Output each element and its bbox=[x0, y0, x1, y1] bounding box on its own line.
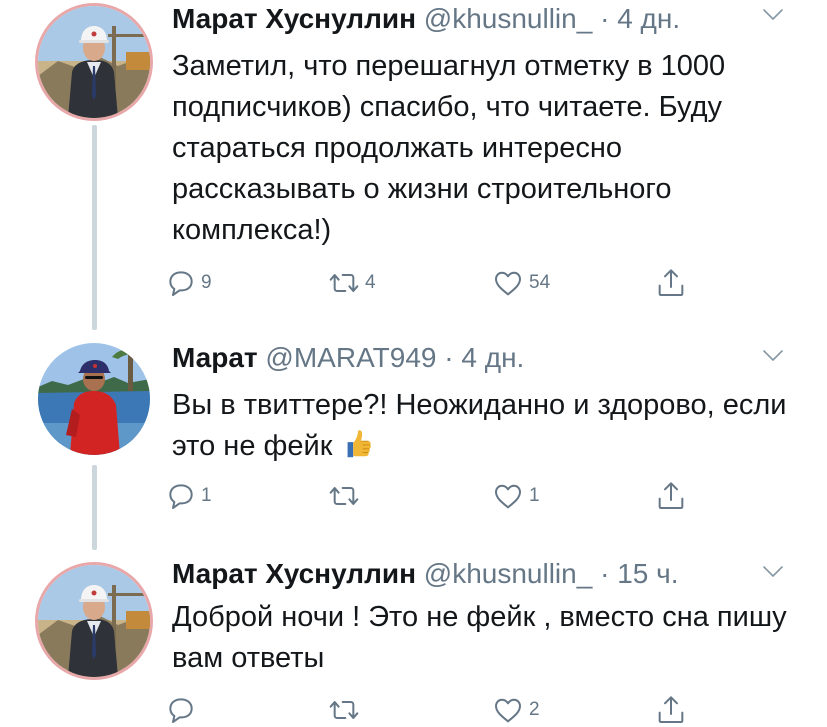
tweet-text-body: Вы в твиттере?! Неожиданно и здорово, ес… bbox=[172, 389, 787, 462]
reply-count: 1 bbox=[201, 485, 212, 506]
reply-button[interactable] bbox=[165, 693, 201, 727]
retweet-button[interactable]: 4 bbox=[327, 266, 376, 300]
tweet-header: Марат @MARAT949 · 4 дн. bbox=[172, 341, 524, 375]
avatar-image-icon bbox=[38, 343, 150, 455]
share-icon bbox=[655, 694, 687, 726]
retweet-icon bbox=[327, 694, 361, 726]
like-button[interactable]: 2 bbox=[491, 693, 540, 727]
author-name[interactable]: Марат bbox=[172, 342, 258, 373]
tweet-3[interactable]: Марат Хуснуллин @khusnullin_ · 15 ч. Доб… bbox=[0, 545, 827, 727]
tweet-text: Заметил, что перешагнул отметку в 1000 п… bbox=[172, 50, 726, 246]
separator-dot: · bbox=[444, 342, 454, 373]
share-icon bbox=[655, 480, 687, 512]
chevron-down-icon[interactable] bbox=[762, 565, 784, 579]
timestamp[interactable]: 4 дн. bbox=[617, 3, 680, 34]
like-button[interactable]: 1 bbox=[491, 479, 540, 513]
tweet-1[interactable]: Марат Хуснуллин @khusnullin_ · 4 дн. Зам… bbox=[0, 0, 827, 330]
reply-button[interactable]: 9 bbox=[165, 266, 212, 300]
separator-dot: · bbox=[600, 558, 610, 589]
action-bar: 9 4 54 bbox=[165, 266, 705, 300]
reply-count: 9 bbox=[201, 272, 212, 293]
heart-icon bbox=[491, 694, 525, 726]
author-handle[interactable]: @khusnullin_ bbox=[424, 3, 593, 34]
retweet-button[interactable] bbox=[327, 693, 365, 727]
avatar[interactable] bbox=[38, 565, 150, 677]
share-button[interactable] bbox=[655, 479, 687, 513]
retweet-icon bbox=[327, 267, 361, 299]
like-count: 1 bbox=[529, 485, 540, 506]
author-handle[interactable]: @MARAT949 bbox=[265, 342, 436, 373]
chevron-down-icon[interactable] bbox=[762, 349, 784, 363]
author-name[interactable]: Марат Хуснуллин bbox=[172, 558, 416, 589]
share-button[interactable] bbox=[655, 693, 687, 727]
heart-icon bbox=[491, 267, 525, 299]
timestamp[interactable]: 15 ч. bbox=[617, 558, 678, 589]
avatar-image-icon bbox=[38, 565, 150, 677]
tweet-2[interactable]: Марат @MARAT949 · 4 дн. Вы в твиттере?! … bbox=[0, 335, 827, 550]
author-handle[interactable]: @khusnullin_ bbox=[424, 558, 593, 589]
tweet-header: Марат Хуснуллин @khusnullin_ · 4 дн. bbox=[172, 2, 680, 36]
avatar[interactable] bbox=[38, 343, 150, 455]
author-name[interactable]: Марат Хуснуллин bbox=[172, 3, 416, 34]
action-bar: 2 bbox=[165, 693, 705, 727]
like-button[interactable]: 54 bbox=[491, 266, 550, 300]
thumbs-up-icon bbox=[340, 427, 374, 461]
timestamp[interactable]: 4 дн. bbox=[461, 342, 524, 373]
thread-line bbox=[92, 125, 97, 330]
like-count: 54 bbox=[529, 272, 551, 293]
tweet-header: Марат Хуснуллин @khusnullin_ · 15 ч. bbox=[172, 557, 678, 591]
avatar[interactable] bbox=[38, 6, 150, 118]
action-bar: 1 1 bbox=[165, 479, 705, 513]
retweet-count: 4 bbox=[365, 272, 376, 293]
tweet-text: Доброй ночи ! Это не фейк , вместо сна п… bbox=[172, 601, 787, 674]
share-button[interactable] bbox=[655, 266, 687, 300]
thread-line bbox=[92, 465, 97, 550]
reply-icon bbox=[165, 694, 197, 726]
reply-button[interactable]: 1 bbox=[165, 479, 212, 513]
reply-icon bbox=[165, 267, 197, 299]
like-count: 2 bbox=[529, 699, 540, 720]
retweet-button[interactable] bbox=[327, 479, 365, 513]
share-icon bbox=[655, 267, 687, 299]
retweet-icon bbox=[327, 480, 361, 512]
reply-icon bbox=[165, 480, 197, 512]
avatar-image-icon bbox=[38, 6, 150, 118]
chevron-down-icon[interactable] bbox=[762, 8, 784, 22]
tweet-text: Вы в твиттере?! Неожиданно и здорово, ес… bbox=[172, 385, 792, 467]
heart-icon bbox=[491, 480, 525, 512]
separator-dot: · bbox=[600, 3, 610, 34]
